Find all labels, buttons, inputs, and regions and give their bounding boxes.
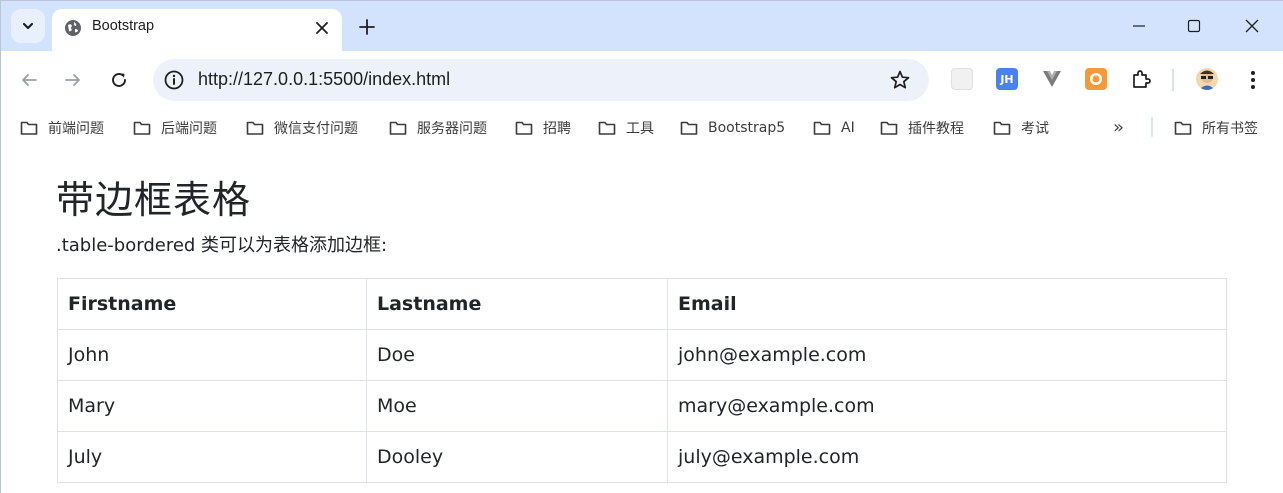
bookmark-folder[interactable]: 前端问题 <box>20 118 104 138</box>
bookmark-folder[interactable]: 工具 <box>598 118 654 138</box>
extensions-puzzle-icon[interactable] <box>1130 68 1152 90</box>
arrow-right-icon <box>65 74 80 86</box>
table-cell: mary@example.com <box>667 380 1227 432</box>
bookmark-label: 插件教程 <box>908 121 964 137</box>
minimize-icon <box>1133 25 1145 27</box>
folder-icon <box>515 121 533 135</box>
bookmark-label: 招聘 <box>543 121 571 137</box>
bookmark-label: Bootstrap5 <box>708 120 786 136</box>
bookmark-folder[interactable]: 考试 <box>993 118 1049 138</box>
bookmark-label: 后端问题 <box>161 121 217 137</box>
bookmark-folder[interactable]: Bootstrap5 <box>680 118 785 138</box>
table-row: John Doe john@example.com <box>57 329 1227 381</box>
table-cell: john@example.com <box>667 329 1227 381</box>
bookmark-folder[interactable]: 后端问题 <box>133 118 217 138</box>
browser-toolbar: http://127.0.0.1:5500/index.html JH <box>1 51 1283 109</box>
tab-bootstrap[interactable]: Bootstrap <box>52 9 342 51</box>
tab-search-button[interactable] <box>11 9 45 43</box>
extension-vue-icon[interactable] <box>1041 68 1063 90</box>
extension-puzzle-gray-icon[interactable] <box>951 68 973 90</box>
bookmarks-overflow-button[interactable]: » <box>1113 117 1124 138</box>
reload-icon <box>112 73 126 87</box>
maximize-icon <box>1187 19 1201 33</box>
profile-avatar[interactable] <box>1196 68 1218 90</box>
back-button[interactable] <box>15 66 43 94</box>
bookmark-folder[interactable]: 微信支付问题 <box>246 118 358 138</box>
maximize-button[interactable] <box>1179 13 1209 39</box>
kebab-menu-icon <box>1251 71 1255 89</box>
extension-orange-icon[interactable] <box>1085 68 1107 90</box>
address-bar[interactable]: http://127.0.0.1:5500/index.html <box>153 59 929 101</box>
all-bookmarks-folder[interactable]: 所有书签 <box>1174 118 1258 138</box>
browser-window: Bootstrap http://127.0.0.1:5500/index.ht… <box>0 0 1283 493</box>
tab-close-button[interactable] <box>312 18 332 38</box>
folder-icon <box>598 121 616 135</box>
minimize-button[interactable] <box>1124 13 1154 39</box>
folder-icon <box>246 121 264 135</box>
bookmark-label: 微信支付问题 <box>274 121 358 137</box>
bookmark-label: 工具 <box>626 121 654 137</box>
window-close-button[interactable] <box>1237 13 1267 39</box>
bookmark-folder[interactable]: 招聘 <box>515 118 571 138</box>
bookmarks-bar: 前端问题 后端问题 微信支付问题 服务器问题 招聘 工具 Bootstrap5 <box>1 109 1283 147</box>
table-cell: Doe <box>366 329 668 381</box>
bookmark-label: 服务器问题 <box>417 121 487 137</box>
table-cell: july@example.com <box>667 431 1227 483</box>
page-title: 带边框表格 <box>56 178 252 222</box>
bookmark-label: 考试 <box>1021 121 1049 137</box>
table-header-row: Firstname Lastname Email <box>57 278 1227 330</box>
folder-icon <box>20 121 38 135</box>
table-header-cell: Email <box>667 278 1227 330</box>
table-header-cell: Lastname <box>366 278 668 330</box>
table-row: July Dooley july@example.com <box>57 431 1227 483</box>
table-cell: Moe <box>366 380 668 432</box>
tab-title: Bootstrap <box>92 18 155 34</box>
page-content: 带边框表格 .table-bordered 类可以为表格添加边框: Firstn… <box>1 147 1283 493</box>
url-text[interactable]: http://127.0.0.1:5500/index.html <box>198 69 450 90</box>
all-bookmarks-label: 所有书签 <box>1202 121 1258 137</box>
table-cell: Mary <box>57 380 367 432</box>
bookmark-star-icon[interactable] <box>889 69 911 91</box>
bookmark-folder[interactable]: 服务器问题 <box>389 118 487 138</box>
table-cell: Dooley <box>366 431 668 483</box>
bookmark-label: 前端问题 <box>48 121 104 137</box>
chevron-down-icon <box>22 22 34 30</box>
info-icon[interactable] <box>163 69 185 91</box>
tab-strip: Bootstrap <box>1 1 1283 51</box>
table-header-cell: Firstname <box>57 278 367 330</box>
bordered-table: Firstname Lastname Email John Doe john@e… <box>57 278 1227 483</box>
new-tab-button[interactable] <box>355 15 379 39</box>
bookmark-folder[interactable]: AI <box>813 118 855 138</box>
folder-icon <box>993 121 1011 135</box>
table-row: Mary Moe mary@example.com <box>57 380 1227 432</box>
folder-icon <box>133 121 151 135</box>
table-cell: July <box>57 431 367 483</box>
plus-icon <box>359 19 375 35</box>
globe-icon <box>65 20 81 36</box>
folder-icon <box>813 121 831 135</box>
close-icon <box>1245 19 1259 33</box>
bookmark-folder[interactable]: 插件教程 <box>880 118 964 138</box>
reload-button[interactable] <box>105 66 133 94</box>
folder-icon <box>1174 121 1192 135</box>
extension-jh-icon[interactable]: JH <box>996 68 1018 90</box>
table-cell: John <box>57 329 367 381</box>
toolbar-separator <box>1172 69 1174 91</box>
bookmark-label: AI <box>841 120 855 136</box>
arrow-left-icon <box>22 74 37 86</box>
folder-icon <box>680 121 698 135</box>
menu-button[interactable] <box>1239 66 1267 94</box>
bookmarks-separator <box>1151 117 1153 137</box>
page-description: .table-bordered 类可以为表格添加边框: <box>56 235 388 256</box>
forward-button[interactable] <box>59 66 87 94</box>
close-icon <box>316 22 328 34</box>
folder-icon <box>880 121 898 135</box>
folder-icon <box>389 121 407 135</box>
